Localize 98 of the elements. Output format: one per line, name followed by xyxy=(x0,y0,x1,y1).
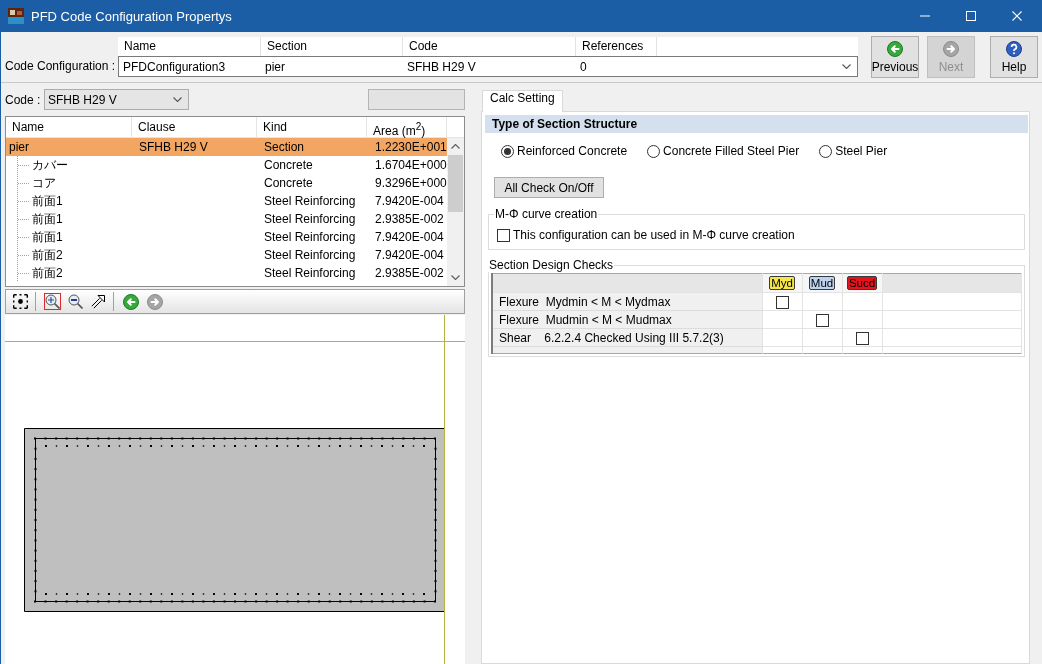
table-cell-text: 1.2230E+001 xyxy=(374,140,447,154)
table-cell-text: 前面1 xyxy=(31,228,63,246)
frame-button[interactable] xyxy=(12,293,29,310)
tree-line-icon xyxy=(16,156,30,174)
column-header: Name xyxy=(123,38,157,55)
back-button[interactable] xyxy=(122,292,140,311)
radio-button[interactable] xyxy=(819,144,833,158)
window-title: PFD Code Configuration Propertys xyxy=(31,8,233,24)
radio-button[interactable] xyxy=(501,144,514,158)
table-cell-text: 9.3296E+000 xyxy=(374,176,447,190)
field-label: Code Configuration : xyxy=(5,58,117,75)
radio-label[interactable]: Steel Pier xyxy=(835,144,888,158)
chevron-up-icon[interactable] xyxy=(451,144,460,149)
help-button[interactable]: Help xyxy=(990,36,1038,78)
column-header: Section xyxy=(260,37,402,56)
checkbox[interactable] xyxy=(497,228,510,242)
tree-row[interactable]: コア Concrete 9.3296E+000 xyxy=(6,174,447,192)
left-arrow-circle-icon xyxy=(123,293,139,310)
all-check-button[interactable]: All Check On/Off xyxy=(494,177,604,198)
column-tag: Sucd xyxy=(846,276,878,291)
table-cell-text: Steel Reinforcing xyxy=(263,212,357,226)
section-header: Type of Section Structure xyxy=(485,115,1028,133)
tree-line-icon xyxy=(16,174,30,192)
previous-button[interactable]: Previous xyxy=(871,36,919,78)
table-cell-text: Steel Reinforcing xyxy=(263,248,357,262)
right-arrow-circle-icon xyxy=(147,293,163,310)
checkbox-label[interactable]: This configuration can be used in M-Φ curve creation xyxy=(513,228,795,242)
table-cell-text: 7.9420E-004 xyxy=(374,230,445,244)
tree-row[interactable]: 前面1 Steel Reinforcing 7.9420E-004 xyxy=(6,228,447,246)
column-tag: Myd xyxy=(769,276,795,291)
group-title: M-Φ curve creation xyxy=(494,207,599,221)
dropdown-value: PFDConfiguration3 xyxy=(122,59,227,74)
arrow-tool-button[interactable] xyxy=(90,293,107,310)
table-cell-text: 7.9420E-004 xyxy=(374,194,445,208)
column-header: Code xyxy=(402,37,575,56)
chevron-down-icon[interactable] xyxy=(451,275,460,280)
tree-line-icon xyxy=(16,228,30,246)
checkbox[interactable] xyxy=(775,295,789,309)
scrollbar-thumb[interactable] xyxy=(448,155,463,212)
dropdown-value: SFHB H29 V xyxy=(48,92,117,107)
dropdown-value: 0 xyxy=(579,59,588,74)
tree-line-icon xyxy=(16,210,30,228)
chevron-down-icon xyxy=(173,97,182,102)
tree-line-icon xyxy=(16,192,30,210)
table-cell-text: Concrete xyxy=(263,158,314,172)
table-cell-text: 2.9385E-002 xyxy=(374,266,445,280)
radio-label[interactable]: Reinforced Concrete xyxy=(517,144,628,158)
table-cell-text: 前面2 xyxy=(31,264,63,282)
tree-row[interactable]: 前面1 Steel Reinforcing 2.9385E-002 xyxy=(6,210,447,228)
column-header: References xyxy=(575,37,656,56)
tree-row[interactable]: 前面2 Steel Reinforcing 2.9385E-002 xyxy=(6,264,447,282)
tree-row[interactable]: 前面1 Steel Reinforcing 7.9420E-004 xyxy=(6,192,447,210)
zoom-in-button[interactable] xyxy=(44,293,61,310)
code-dropdown[interactable]: SFHB H29 V xyxy=(44,89,189,110)
table-cell-text: 2.9385E-002 xyxy=(374,212,445,226)
zoom-in-icon xyxy=(45,294,60,309)
table-cell-text: Concrete xyxy=(263,176,314,190)
help-icon xyxy=(1006,41,1022,57)
right-arrow-circle-icon xyxy=(943,41,959,57)
table-cell-text: 前面1 xyxy=(31,192,63,210)
table-cell-text: SFHB H29 V xyxy=(138,140,209,154)
dotted-frame-icon xyxy=(13,294,28,309)
column-tag: Mud xyxy=(808,276,836,291)
table-cell-text: Steel Reinforcing xyxy=(263,266,357,280)
zoom-out-button[interactable] xyxy=(67,293,84,310)
table-cell-text: 7.9420E-004 xyxy=(374,248,445,262)
tree-line-icon xyxy=(16,264,30,282)
dropdown-value: pier xyxy=(264,59,286,74)
field-label: Code : xyxy=(5,92,42,107)
table-cell-text: コア xyxy=(31,174,56,192)
app-icon xyxy=(8,8,24,24)
table-cell-text: pier xyxy=(8,140,29,154)
table-cell-text: Section xyxy=(263,140,306,154)
tree-row[interactable]: pier SFHB H29 V Section 1.2230E+001 xyxy=(6,138,447,156)
configuration-dropdown[interactable]: PFDConfiguration3 pier SFHB H29 V 0 xyxy=(118,56,858,77)
table-cell-text: Steel Reinforcing xyxy=(263,194,357,208)
left-arrow-circle-icon xyxy=(887,41,903,57)
table-cell-text: 1.6704E+000 xyxy=(374,158,447,172)
radio-button[interactable] xyxy=(647,144,661,158)
table-cell-text: 前面1 xyxy=(31,210,63,228)
group-title: Section Design Checks xyxy=(488,258,615,272)
table-cell-text: Steel Reinforcing xyxy=(263,230,357,244)
close-icon xyxy=(1012,11,1022,21)
radio-label[interactable]: Concrete Filled Steel Pier xyxy=(663,144,800,158)
table-cell-text: 前面2 xyxy=(31,246,63,264)
dropdown-value: SFHB H29 V xyxy=(406,59,477,74)
tree-row[interactable]: カバー Concrete 1.6704E+000 xyxy=(6,156,447,174)
chevron-down-icon xyxy=(842,64,851,69)
tree-row[interactable]: 前面2 Steel Reinforcing 7.9420E-004 xyxy=(6,246,447,264)
checkbox[interactable] xyxy=(855,331,869,345)
maximize-icon xyxy=(966,11,976,21)
zoom-out-icon xyxy=(68,294,83,309)
diagonal-arrow-icon xyxy=(91,294,106,309)
checkbox[interactable] xyxy=(815,313,829,327)
tab[interactable]: Calc Setting xyxy=(482,90,563,112)
scrollbar[interactable] xyxy=(447,138,464,286)
table-cell-text: カバー xyxy=(31,156,68,174)
tree-line-icon xyxy=(16,246,30,264)
